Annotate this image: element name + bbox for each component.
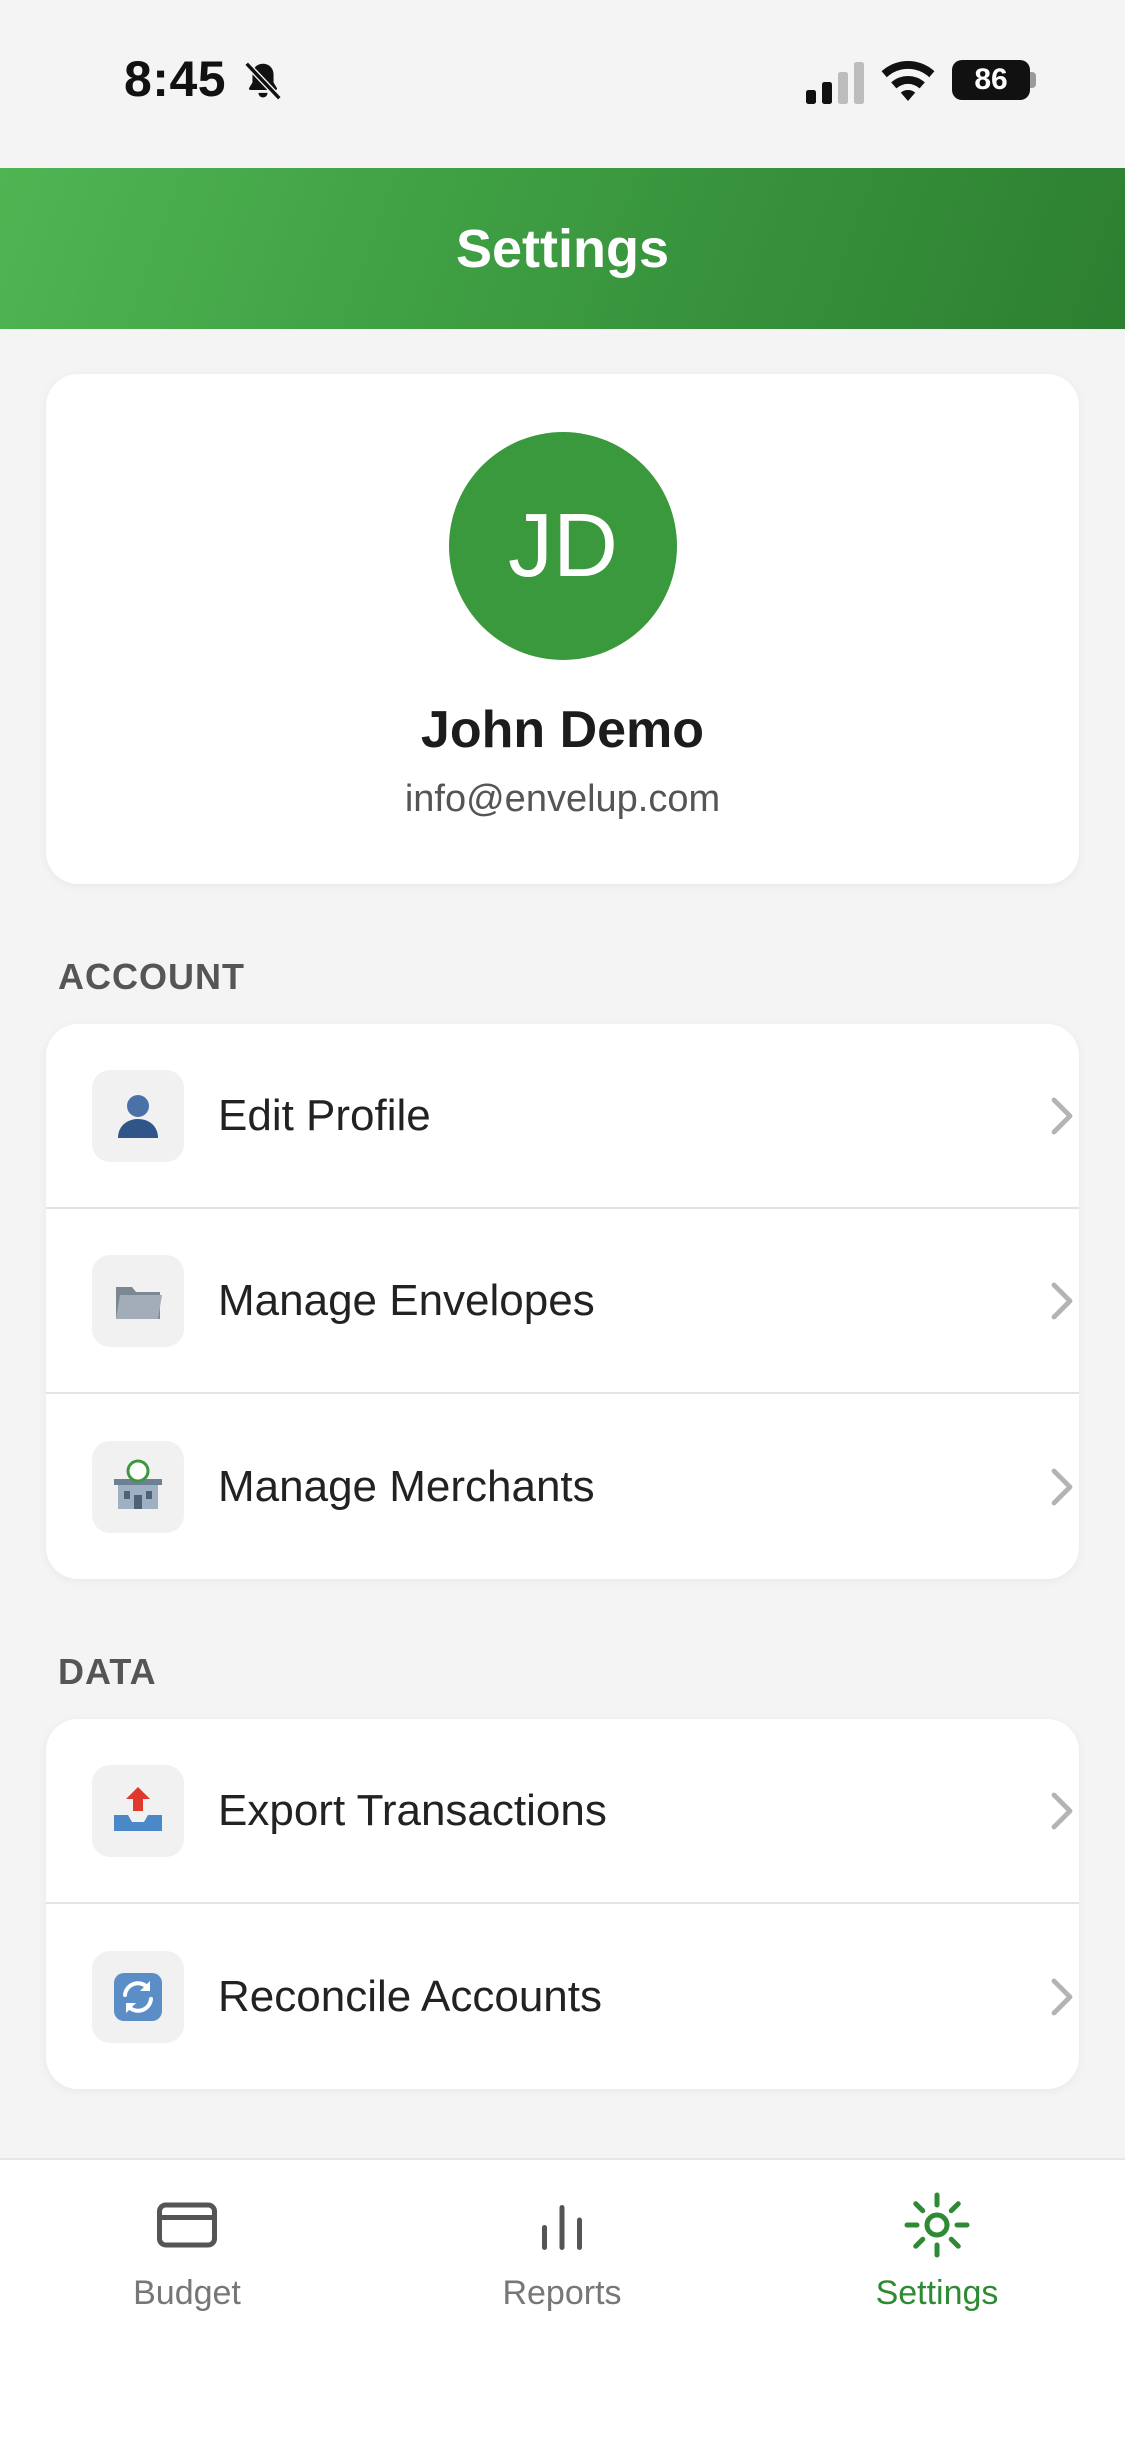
profile-email: info@envelup.com [404, 778, 721, 820]
cellular-signal-icon [806, 62, 864, 104]
store-icon [92, 1440, 184, 1533]
person-icon [92, 1069, 184, 1162]
settings-item-label: Manage Merchants [218, 1461, 595, 1511]
status-bar: 8:45 86 [0, 0, 1125, 168]
battery-indicator: 86 [952, 60, 1030, 100]
bar-chart-icon [542, 2205, 582, 2250]
settings-item-label: Edit Profile [218, 1090, 431, 1140]
tab-reports[interactable]: Reports [432, 2190, 692, 2350]
gear-icon [904, 2192, 970, 2258]
settings-item-export-transactions[interactable]: Export Transactions [46, 1719, 1079, 1904]
profile-card: JD John Demo info@envelup.com [46, 374, 1079, 884]
chevron-right-icon [1051, 1097, 1073, 1134]
avatar: JD [449, 432, 677, 660]
settings-item-label: Manage Envelopes [218, 1275, 595, 1325]
folder-icon [92, 1254, 184, 1347]
tab-label: Budget [133, 2274, 241, 2312]
chevron-right-icon [1051, 1978, 1073, 2015]
page-title: Settings [455, 218, 670, 279]
card-icon [157, 2202, 217, 2248]
bottom-tab-bar: Budget Reports Settings [0, 2158, 1125, 2438]
outbox-tray-icon [92, 1764, 184, 1857]
tab-label: Settings [875, 2274, 999, 2312]
settings-item-label: Reconcile Accounts [218, 1971, 602, 2021]
tab-budget[interactable]: Budget [57, 2190, 317, 2350]
refresh-icon [92, 1950, 184, 2043]
tab-settings[interactable]: Settings [807, 2190, 1067, 2350]
chevron-right-icon [1051, 1282, 1073, 1319]
settings-item-reconcile-accounts[interactable]: Reconcile Accounts [46, 1904, 1079, 2089]
chevron-right-icon [1051, 1468, 1073, 1505]
app-header: Settings [0, 168, 1125, 329]
battery-cap [1030, 72, 1036, 88]
tab-label: Reports [502, 2274, 622, 2312]
status-time: 8:45 [124, 51, 227, 107]
bell-muted-icon [244, 61, 282, 101]
settings-item-manage-envelopes[interactable]: Manage Envelopes [46, 1209, 1079, 1394]
section-label-data: DATA [58, 1651, 157, 1692]
section-label-account: ACCOUNT [58, 956, 245, 997]
chevron-right-icon [1051, 1792, 1073, 1829]
settings-item-edit-profile[interactable]: Edit Profile [46, 1024, 1079, 1209]
avatar-initials: JD [508, 495, 618, 596]
profile-name: John Demo [420, 701, 705, 759]
settings-item-label: Export Transactions [218, 1785, 607, 1835]
account-settings-list: Edit Profile Manage Envelopes Manage Mer… [46, 1024, 1079, 1579]
wifi-icon [881, 60, 935, 101]
data-settings-list: Export Transactions Reconcile Accounts [46, 1719, 1079, 2089]
battery-level: 86 [974, 63, 1008, 96]
settings-item-manage-merchants[interactable]: Manage Merchants [46, 1394, 1079, 1579]
